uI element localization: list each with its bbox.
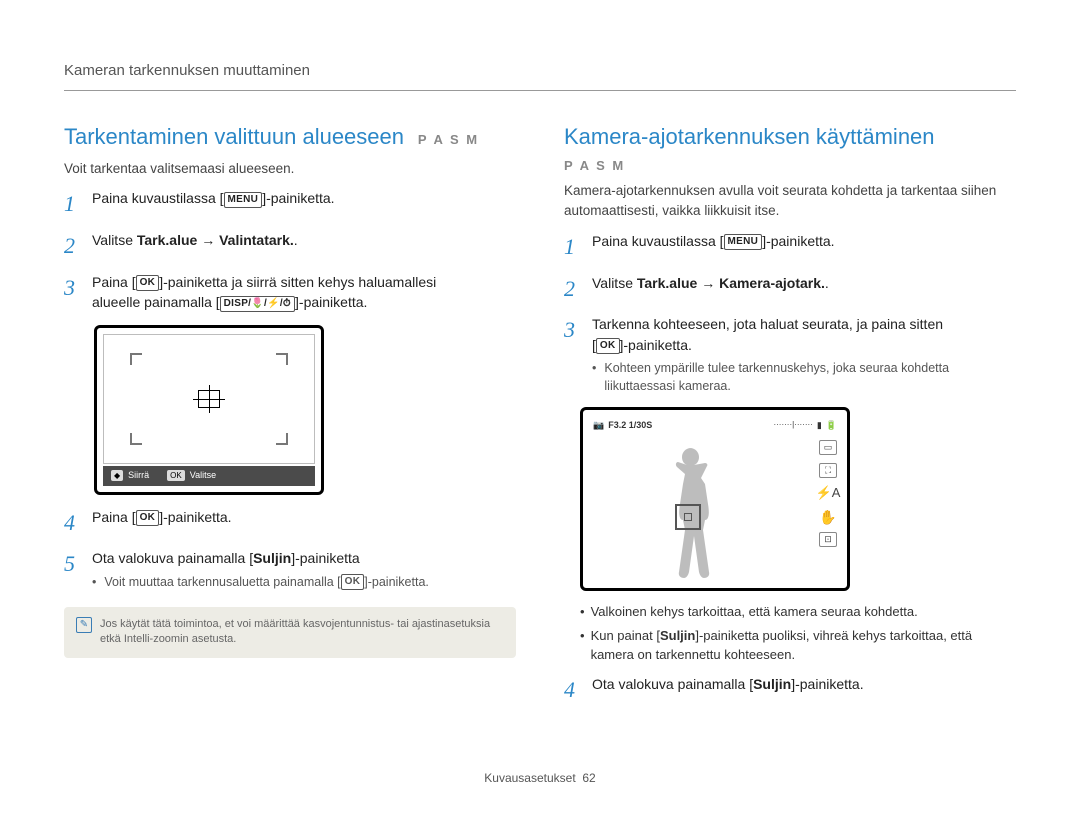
r-step-4: 4 Ota valokuva painamalla [Suljin]-paini… (564, 674, 1016, 706)
ok-icon: OK (136, 275, 160, 291)
breadcrumb: Kameran tarkennuksen muuttaminen (64, 60, 1016, 82)
menu-icon: MENU (724, 234, 763, 250)
camera-mode-icon: 📷 (593, 419, 604, 432)
right-heading: Kamera-ajotarkennuksen käyttäminen (564, 121, 935, 153)
size-icon: ▭ (819, 440, 837, 455)
side-icons: ▭ ⛶ ⚡A ✋ ⊡ (817, 440, 839, 580)
focus-target-icon (198, 390, 220, 408)
ok-icon: OK (341, 574, 365, 590)
step-4: 4 Paina [OK]-painiketta. (64, 507, 516, 539)
tracking-frame-icon (675, 504, 701, 530)
battery-icon: 🔋 (826, 419, 837, 432)
screen-top-info: 📷F3.2 1/30S ·······|······· ▮ 🔋 (589, 416, 841, 434)
step-1: 1 Paina kuvaustilassa [MENU]-painiketta. (64, 188, 516, 220)
left-column: Tarkentaminen valittuun alueeseen P A S … (64, 121, 516, 706)
move-diamond-icon: ◆ (111, 470, 123, 482)
screen-statusbar: ◆Siirrä OKValitse (103, 466, 315, 486)
focus-area-screen-figure: ◆Siirrä OKValitse (94, 325, 516, 495)
ok-icon: OK (596, 338, 620, 354)
r-step-3: 3 Tarkenna kohteeseen, jota haluat seura… (564, 314, 1016, 395)
bullet-green-frame: Kun painat [Suljin]-painiketta puoliksi,… (580, 627, 1016, 663)
ok-icon: OK (136, 510, 160, 526)
step-5: 5 Ota valokuva painamalla [Suljin]-paini… (64, 548, 516, 590)
right-column: Kamera-ajotarkennuksen käyttäminen P A S… (564, 121, 1016, 706)
nav-icons: DISP/🌷/⚡/⏱ (220, 296, 295, 312)
mode-indicator-right: P A S M (564, 157, 1016, 176)
page-footer: Kuvausasetukset 62 (0, 770, 1080, 787)
mode-indicator-left: P A S M (418, 132, 479, 147)
ok-key-icon: OK (167, 470, 185, 482)
quality-icon: ▮ (817, 419, 822, 432)
left-heading: Tarkentaminen valittuun alueeseen (64, 121, 404, 153)
af-frame-icon: ⊡ (819, 532, 837, 547)
note-box: ✎ Jos käytät tätä toimintoa, et voi määr… (64, 607, 516, 658)
step-3: 3 Paina [OK]-painiketta ja siirrä sitten… (64, 272, 516, 313)
tracking-screen-figure: 📷F3.2 1/30S ·······|······· ▮ 🔋 ▭ ⛶ ⚡A ✋… (580, 407, 850, 591)
right-intro: Kamera-ajotarkennuksen avulla voit seura… (564, 181, 1016, 220)
r-step-1: 1 Paina kuvaustilassa [MENU]-painiketta. (564, 231, 1016, 263)
left-intro: Voit tarkentaa valitsemaasi alueeseen. (64, 159, 516, 179)
note-icon: ✎ (76, 617, 92, 633)
menu-icon: MENU (224, 192, 263, 208)
stabilize-icon: ✋ (819, 509, 837, 524)
ev-scale-icon: ·······|······· (773, 419, 812, 431)
flash-icon: ⚡A (819, 486, 837, 501)
r-step-2: 2 Valitse Tark.alue → Kamera-ajotark.. (564, 273, 1016, 305)
divider (64, 90, 1016, 91)
metering-icon: ⛶ (819, 463, 837, 478)
bullet-white-frame: Valkoinen kehys tarkoittaa, että kamera … (580, 603, 1016, 621)
step-2: 2 Valitse Tark.alue → Valintatark.. (64, 230, 516, 262)
